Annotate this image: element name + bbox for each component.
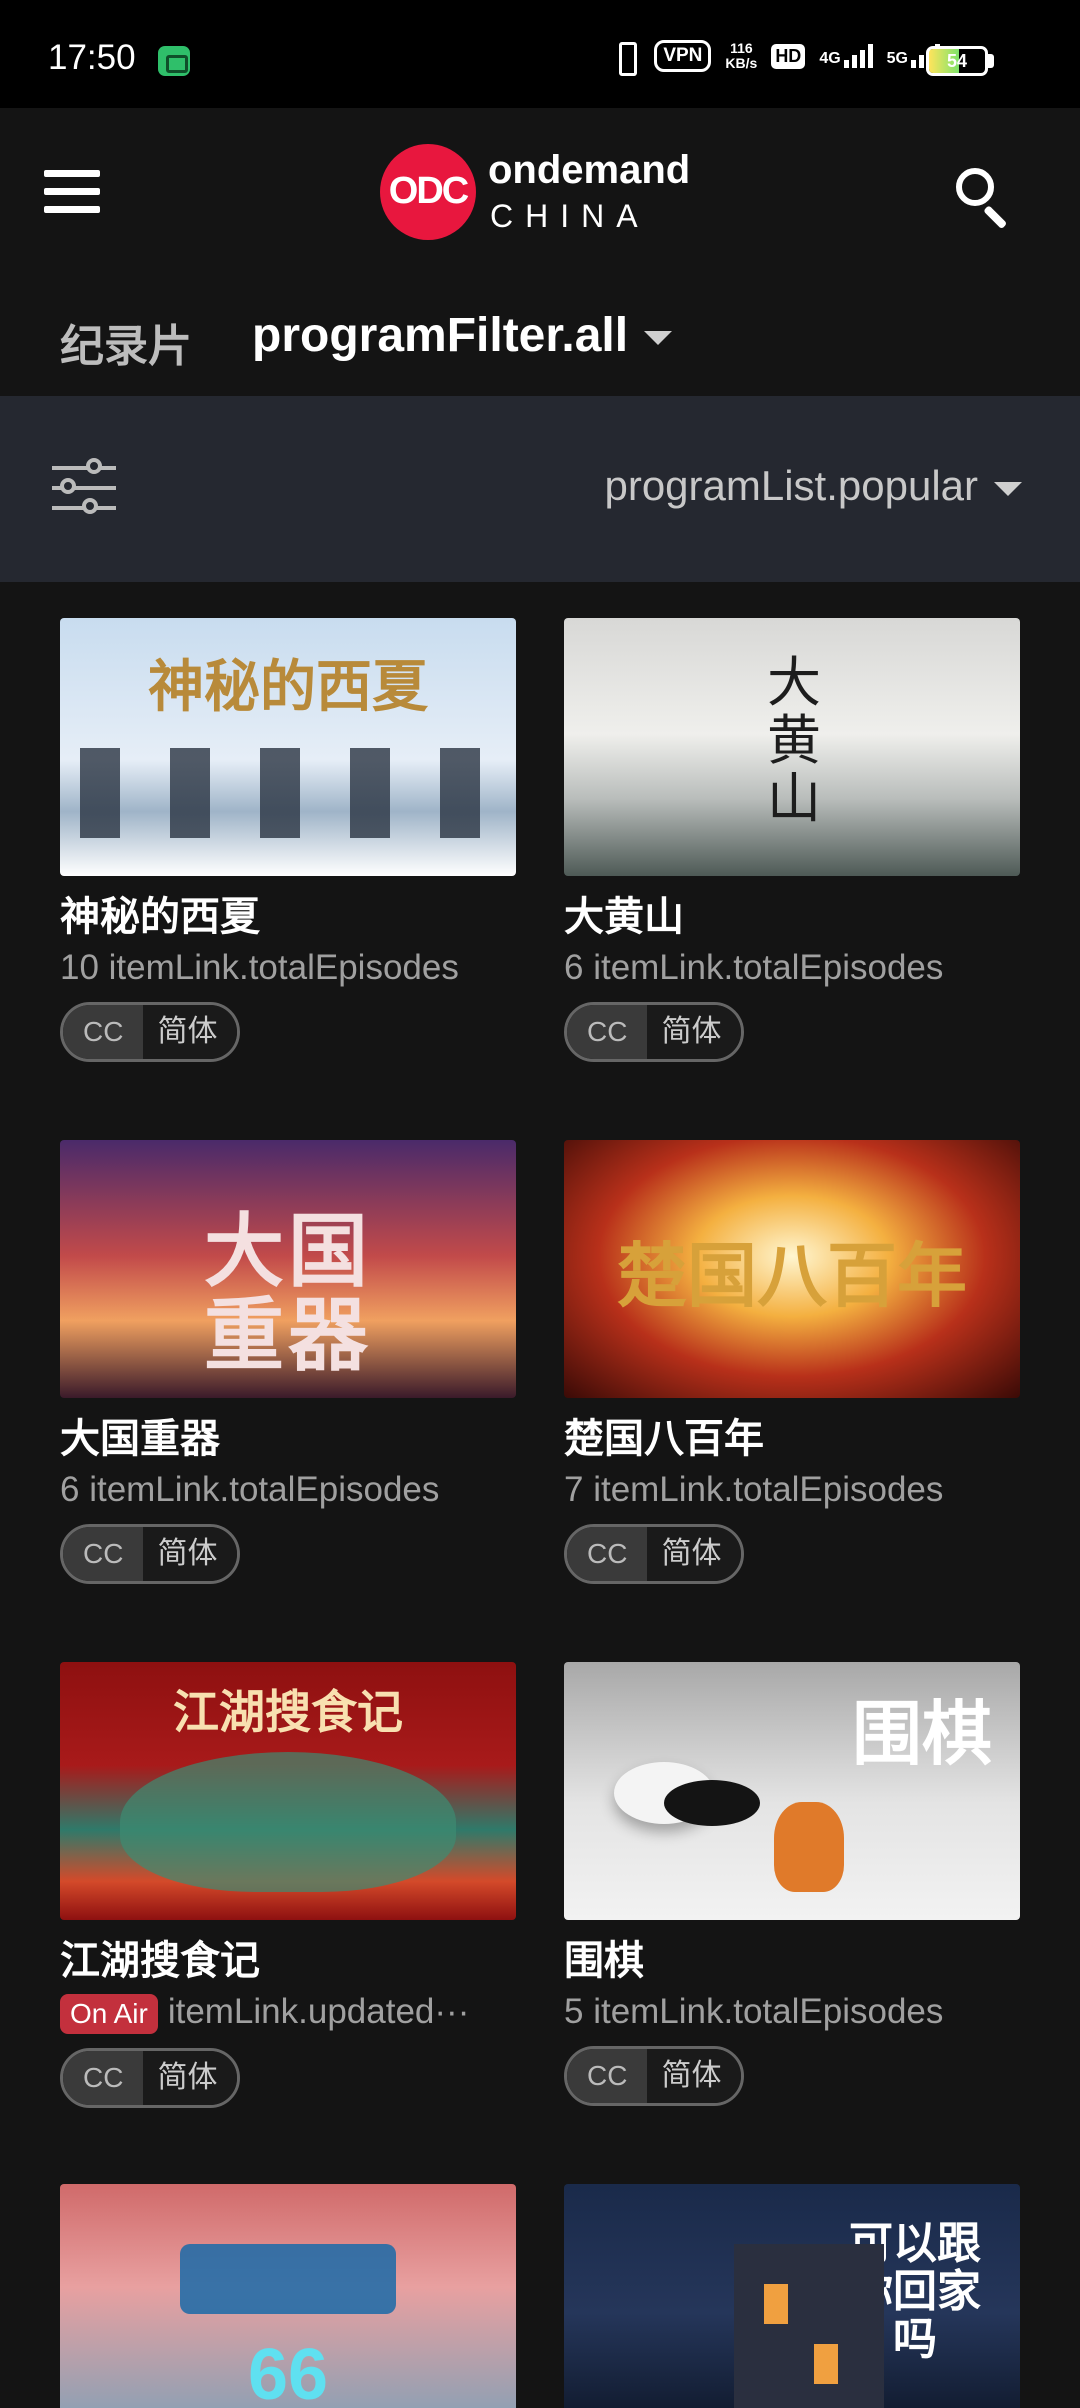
subtitle-badges: CC 简体: [564, 1524, 745, 1584]
program-thumbnail[interactable]: 楚国八百年: [564, 1140, 1020, 1398]
program-thumbnail[interactable]: 66: [60, 2184, 516, 2408]
subtitle-badges: CC 简体: [564, 2046, 745, 2106]
program-card[interactable]: 围棋 围棋 5 itemLink.totalEpisodes CC 简体: [564, 1662, 1020, 2106]
on-air-badge: On Air: [60, 1993, 158, 2034]
language-badge: 简体: [647, 1005, 742, 1059]
cc-badge: CC: [63, 2050, 144, 2105]
episode-count: 6 itemLink.totalEpisodes: [60, 1470, 440, 1509]
program-filter-dropdown[interactable]: programFilter.all: [252, 308, 673, 363]
battery-icon: 54: [926, 46, 988, 76]
battery-tip: [988, 54, 994, 68]
program-thumbnail[interactable]: 江湖搜食记: [60, 1662, 516, 1920]
network-speed: 116 KB/s: [725, 40, 758, 71]
category-label[interactable]: 纪录片: [60, 310, 192, 374]
subtitle-badges: CC 简体: [60, 1524, 241, 1584]
sliders-icon[interactable]: [52, 458, 116, 518]
program-card[interactable]: 66: [60, 2184, 516, 2408]
program-thumbnail[interactable]: 神秘的西夏: [60, 618, 516, 876]
episode-count: 5 itemLink.totalEpisodes: [564, 1992, 944, 2031]
vibrate-icon: [610, 40, 640, 76]
language-badge: 简体: [647, 2049, 742, 2103]
program-card[interactable]: 大国重器 大国重器 6 itemLink.totalEpisodes CC 简体: [60, 1140, 516, 1584]
sort-dropdown[interactable]: programList.popular: [604, 462, 1022, 510]
hd-voice-icon: HD: [771, 43, 806, 69]
episode-count: 6 itemLink.totalEpisodes: [564, 948, 944, 987]
status-bar: 17:50 VPN 116 KB/s HD 4G 5G 54: [0, 0, 1080, 108]
logo-wordmark: ondemand: [488, 148, 691, 192]
update-status: On Air itemLink.updated···: [60, 1992, 516, 2034]
cc-badge: CC: [63, 1005, 144, 1059]
program-title: 神秘的西夏: [60, 894, 260, 940]
subtitle-badges: CC 简体: [60, 2047, 241, 2108]
language-badge: 简体: [143, 1527, 238, 1581]
program-title: 楚国八百年: [564, 1416, 764, 1462]
search-icon[interactable]: [952, 164, 1016, 230]
program-thumbnail[interactable]: 围棋: [564, 1662, 1020, 1920]
episode-count: 10 itemLink.totalEpisodes: [60, 948, 459, 987]
sort-bar: programList.popular: [0, 396, 1080, 582]
program-card[interactable]: 楚国八百年 楚国八百年 7 itemLink.totalEpisodes CC …: [564, 1140, 1020, 1584]
language-badge: 简体: [143, 2050, 238, 2105]
notification-app-icon: [158, 46, 190, 76]
program-card[interactable]: 江湖搜食记 江湖搜食记 On Air itemLink.updated··· CC…: [60, 1662, 516, 2108]
program-thumbnail[interactable]: 大黄山: [564, 618, 1020, 876]
vpn-badge: VPN: [654, 40, 712, 72]
language-badge: 简体: [143, 1005, 238, 1059]
cc-badge: CC: [567, 2049, 648, 2103]
status-time: 17:50: [48, 38, 136, 77]
logo-subtext: CHINA: [490, 198, 650, 234]
chevron-down-icon: [644, 331, 673, 346]
program-thumbnail[interactable]: 大国重器: [60, 1140, 516, 1398]
app-logo[interactable]: ODC ondemand CHINA: [380, 144, 720, 244]
chevron-down-icon: [994, 481, 1022, 496]
program-title: 江湖搜食记: [60, 1938, 260, 1984]
program-card[interactable]: 可以跟你回家吗: [564, 2184, 1020, 2408]
status-icons: VPN 116 KB/s HD 4G 5G: [610, 40, 940, 76]
cc-badge: CC: [567, 1527, 648, 1581]
program-title: 大国重器: [60, 1416, 220, 1462]
logo-mark: ODC: [380, 144, 476, 240]
program-card[interactable]: 大黄山 大黄山 6 itemLink.totalEpisodes CC 简体: [564, 618, 1020, 1062]
language-badge: 简体: [647, 1527, 742, 1581]
cc-badge: CC: [567, 1005, 648, 1059]
program-thumbnail[interactable]: 可以跟你回家吗: [564, 2184, 1020, 2408]
program-card[interactable]: 神秘的西夏 神秘的西夏 10 itemLink.totalEpisodes CC…: [60, 618, 516, 1062]
cc-badge: CC: [63, 1527, 144, 1581]
hamburger-icon[interactable]: [44, 170, 100, 216]
subtitle-badges: CC 简体: [60, 1002, 241, 1062]
episode-count: 7 itemLink.totalEpisodes: [564, 1470, 944, 1509]
signal-4g-icon: 4G: [819, 44, 873, 68]
app-header: ODC ondemand CHINA: [0, 108, 1080, 288]
subtitle-badges: CC 简体: [564, 1002, 745, 1062]
filter-row: 纪录片 programFilter.all: [0, 288, 1080, 396]
program-title: 大黄山: [564, 894, 684, 940]
program-title: 围棋: [564, 1938, 644, 1984]
